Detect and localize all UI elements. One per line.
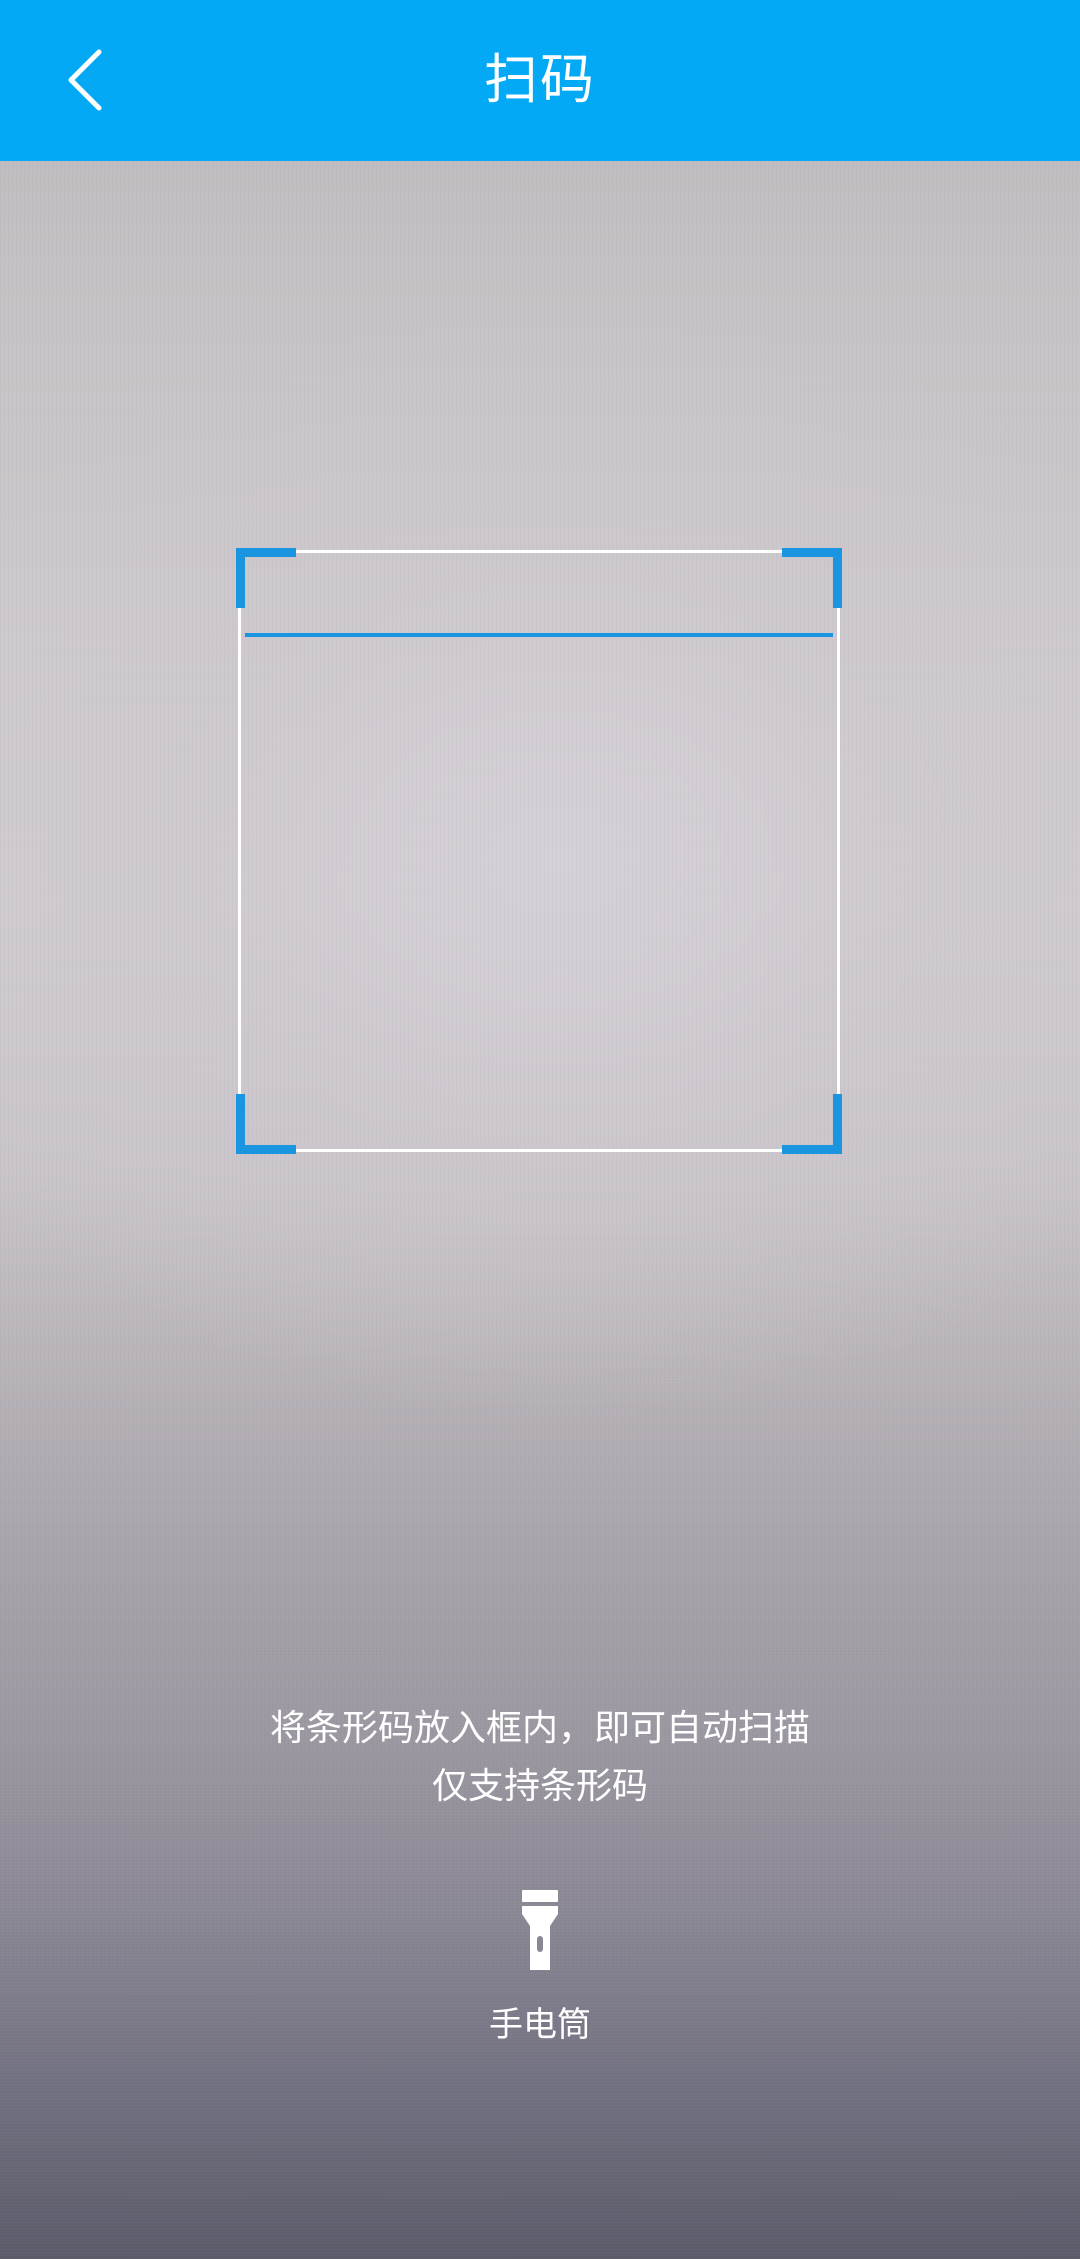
flashlight-button[interactable]: 手电筒 xyxy=(440,1890,640,2060)
flashlight-icon xyxy=(522,1890,558,1970)
scan-screen: 扫码 将条形码放入框内，即可自动扫描 仅支持条形码 手电筒 xyxy=(0,0,1080,2259)
scan-corner-top-right xyxy=(782,548,842,608)
scan-corner-bottom-right xyxy=(782,1094,842,1154)
header-bar: 扫码 xyxy=(0,0,1080,161)
scan-hint: 将条形码放入框内，即可自动扫描 仅支持条形码 xyxy=(0,1700,1080,1816)
scan-frame xyxy=(236,548,842,1154)
scan-line xyxy=(245,633,833,637)
scan-corner-bottom-left xyxy=(236,1094,296,1154)
flashlight-label: 手电筒 xyxy=(489,2005,591,2045)
page-title: 扫码 xyxy=(484,48,596,111)
scan-corner-top-left xyxy=(236,548,296,608)
scan-hint-line-2: 仅支持条形码 xyxy=(431,1766,648,1807)
scan-hint-line-1: 将条形码放入框内，即可自动扫描 xyxy=(269,1708,810,1749)
